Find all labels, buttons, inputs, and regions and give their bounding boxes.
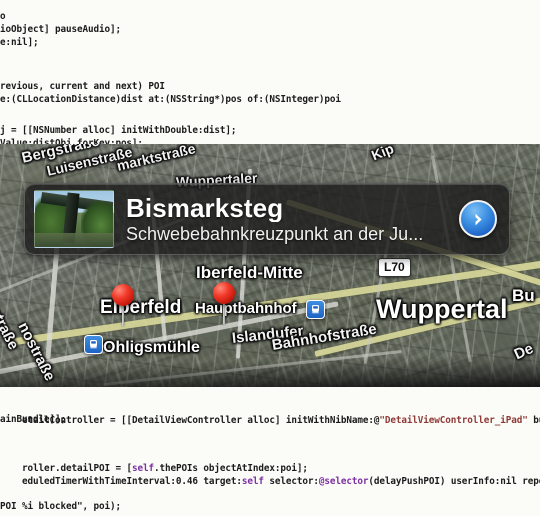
code-editor-foreground: etailController = [[DetailViewController… [0,0,540,516]
code-line: eduledTimerWithTimeInterval:0.46 target:… [0,461,540,502]
code-line: ainBundle]]; [0,414,66,425]
code-token: bundl [533,414,540,426]
code-line: etailController = [[DetailViewController… [0,400,540,441]
code-keyword-selector: @selector [318,475,369,487]
code-token: (delayPushPOI) userInfo:nil repeat [368,475,540,487]
code-token: etailController = [[DetailViewController… [22,414,380,426]
code-token: eduledTimerWithTimeInterval:0.46 target: [22,475,242,487]
code-token: selector: [263,475,319,487]
code-line: POI %i blocked", poi); [0,501,121,512]
code-keyword-self: self [241,475,264,487]
code-string-literal: "DetailViewController_iPad" [379,414,528,426]
